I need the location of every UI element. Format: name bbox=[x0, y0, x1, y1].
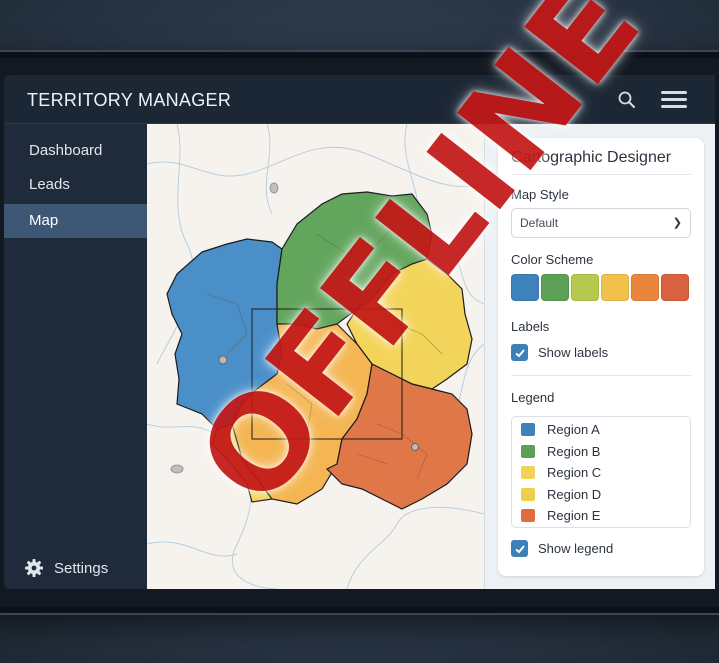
sidebar-item-leads[interactable]: Leads bbox=[4, 168, 147, 202]
legend-item-label: Region D bbox=[547, 486, 602, 502]
app-title: TERRITORY MANAGER bbox=[27, 90, 232, 110]
color-swatches bbox=[511, 274, 691, 301]
legend-color-chip bbox=[521, 487, 535, 501]
show-legend-checkbox[interactable] bbox=[511, 540, 528, 557]
legend-color-chip bbox=[521, 508, 535, 522]
legend-color-chip bbox=[521, 422, 535, 436]
settings-label: Settings bbox=[54, 559, 109, 577]
menu-icon[interactable] bbox=[661, 91, 687, 109]
color-scheme-label: Color Scheme bbox=[511, 252, 594, 267]
show-labels-text: Show labels bbox=[538, 345, 609, 360]
gear-icon bbox=[25, 559, 43, 577]
show-labels-toggle[interactable]: Show labels bbox=[511, 344, 608, 361]
legend-color-chip bbox=[521, 444, 535, 458]
show-legend-text: Show legend bbox=[538, 541, 614, 556]
color-swatch[interactable] bbox=[631, 274, 659, 301]
legend-item: Region B bbox=[521, 441, 600, 461]
color-swatch[interactable] bbox=[511, 274, 539, 301]
checkmark-icon bbox=[514, 348, 525, 357]
color-swatch[interactable] bbox=[661, 274, 689, 301]
show-legend-toggle[interactable]: Show legend bbox=[511, 540, 613, 557]
legend-item-label: Region A bbox=[547, 421, 600, 437]
settings-link[interactable]: Settings bbox=[24, 556, 108, 580]
legend-item-label: Region B bbox=[547, 443, 601, 459]
color-swatch[interactable] bbox=[541, 274, 569, 301]
legend-item-label: Region C bbox=[547, 464, 602, 480]
checkmark-icon bbox=[514, 544, 525, 553]
legend-item: Region C bbox=[521, 462, 601, 482]
legend-section-label: Legend bbox=[511, 390, 555, 405]
sidebar-item-map[interactable]: Map bbox=[4, 204, 147, 238]
legend-item: Region E bbox=[521, 505, 600, 525]
legend-item: Region D bbox=[521, 484, 601, 504]
sidebar-item-dashboard[interactable]: Dashboard bbox=[4, 134, 147, 168]
show-labels-checkbox[interactable] bbox=[511, 344, 528, 361]
chevron-down-icon: ❯ bbox=[672, 217, 682, 229]
legend-color-chip bbox=[521, 465, 535, 479]
legend-item: Region A bbox=[521, 419, 600, 439]
color-swatch[interactable] bbox=[571, 274, 599, 301]
divider bbox=[511, 375, 691, 376]
legend-item-label: Region E bbox=[547, 507, 601, 523]
map-style-select[interactable]: Default ❯ bbox=[511, 208, 691, 238]
labels-section-label: Labels bbox=[511, 319, 550, 334]
color-swatch[interactable] bbox=[601, 274, 629, 301]
sidebar: Dashboard Leads Map Settings bbox=[4, 124, 147, 589]
legend-list: Region A Region B Region C Region D Regi… bbox=[511, 416, 691, 528]
